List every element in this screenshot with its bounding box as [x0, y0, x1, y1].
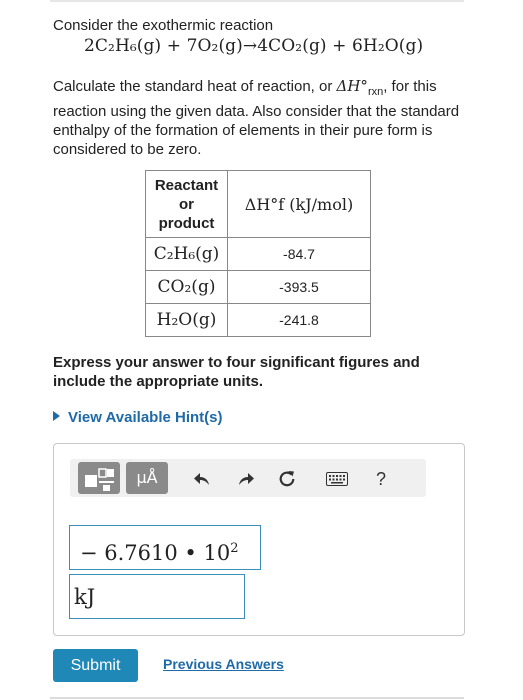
- delta-h-symbol: ΔH°: [336, 77, 368, 95]
- task-text-before: Calculate the standard heat of reaction,…: [53, 78, 333, 95]
- top-divider: [50, 0, 464, 2]
- enthalpy-cell: -84.7: [227, 237, 371, 271]
- column-header-species: Reactant or product: [145, 170, 228, 238]
- reaction-equation: 2C₂H₆(g) + 7O₂(g)→4CO₂(g) + 6H₂O(g): [84, 36, 424, 56]
- answer-instructions: Express your answer to four significant …: [53, 354, 420, 390]
- enthalpy-cell: -393.5: [227, 270, 371, 304]
- table-row: CO₂(g) -393.5: [145, 270, 371, 304]
- help-icon: ?: [375, 468, 386, 489]
- reset-button[interactable]: [276, 468, 298, 490]
- table-row: H₂O(g) -241.8: [145, 303, 371, 337]
- problem-task: Calculate the standard heat of reaction,…: [53, 77, 463, 159]
- keyboard-icon: [326, 472, 348, 486]
- answer-value-text: − 6.7610 • 10: [80, 541, 231, 565]
- redo-button[interactable]: [234, 468, 256, 490]
- caret-right-icon: [53, 411, 60, 421]
- column-header-enthalpy: ΔH°f (kJ/mol): [227, 170, 371, 238]
- keyboard-button[interactable]: [326, 468, 348, 490]
- bottom-divider: [50, 697, 464, 699]
- view-hints-link[interactable]: View Available Hint(s): [53, 409, 223, 426]
- units-button[interactable]: μÅ: [126, 462, 168, 494]
- math-toolbar: μÅ ?: [70, 459, 426, 497]
- enthalpy-cell: -241.8: [227, 303, 371, 337]
- rxn-subscript: rxn: [367, 86, 384, 98]
- previous-answers-link[interactable]: Previous Answers: [163, 656, 284, 672]
- redo-icon: [239, 473, 254, 485]
- templates-icon: [85, 468, 114, 491]
- answer-units-text: kJ: [74, 585, 96, 609]
- species-cell: H₂O(g): [145, 303, 228, 337]
- help-button[interactable]: ?: [370, 468, 392, 490]
- enthalpy-table: Reactant or product ΔH°f (kJ/mol) C₂H₆(g…: [145, 170, 371, 337]
- table-header-row: Reactant or product ΔH°f (kJ/mol): [145, 170, 371, 238]
- templates-button[interactable]: [78, 462, 120, 494]
- units-icon: μÅ: [136, 468, 158, 487]
- reset-icon: [279, 471, 295, 487]
- answer-panel: μÅ ? − 6.7610 • 102 kJ: [53, 443, 465, 636]
- species-cell: C₂H₆(g): [145, 237, 228, 271]
- undo-button[interactable]: [192, 468, 214, 490]
- table-row: C₂H₆(g) -84.7: [145, 237, 371, 271]
- answer-exponent: 2: [230, 541, 239, 556]
- problem-intro: Consider the exothermic reaction: [53, 17, 274, 34]
- submit-button[interactable]: Submit: [53, 649, 138, 682]
- species-cell: CO₂(g): [145, 270, 228, 304]
- answer-units-field[interactable]: kJ: [69, 574, 245, 619]
- hints-link-label: View Available Hint(s): [68, 409, 223, 426]
- undo-icon: [194, 473, 209, 485]
- answer-value-field[interactable]: − 6.7610 • 102: [69, 525, 261, 570]
